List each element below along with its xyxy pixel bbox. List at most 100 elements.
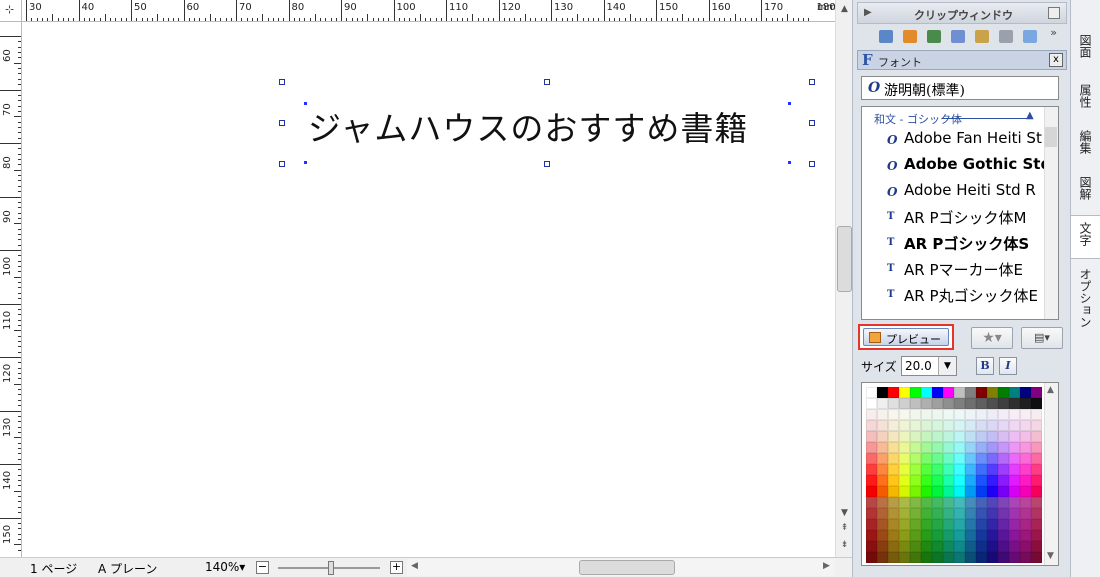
color-swatch[interactable] xyxy=(899,530,910,541)
scroll-right-icon[interactable]: ▶ xyxy=(823,561,830,571)
color-swatch[interactable] xyxy=(888,453,899,464)
resize-handle-top[interactable] xyxy=(544,79,550,85)
color-swatch[interactable] xyxy=(877,464,888,475)
color-swatch[interactable] xyxy=(932,552,943,563)
resize-handle-bottom-right[interactable] xyxy=(809,161,815,167)
color-swatch[interactable] xyxy=(910,387,921,398)
color-swatch[interactable] xyxy=(888,530,899,541)
color-swatch[interactable] xyxy=(866,453,877,464)
vertical-scroll-thumb[interactable] xyxy=(837,226,852,292)
page-indicator[interactable]: 1 ページ xyxy=(30,560,77,577)
color-swatch[interactable] xyxy=(954,442,965,453)
color-swatch[interactable] xyxy=(1031,519,1042,530)
color-swatch[interactable] xyxy=(921,508,932,519)
close-icon[interactable]: x xyxy=(1049,53,1063,67)
color-swatch[interactable] xyxy=(976,519,987,530)
color-swatch[interactable] xyxy=(943,464,954,475)
resize-handle-right[interactable] xyxy=(809,120,815,126)
color-swatch[interactable] xyxy=(1020,497,1031,508)
color-swatch[interactable] xyxy=(1031,497,1042,508)
side-tab[interactable]: 図解 xyxy=(1071,170,1100,214)
color-swatch[interactable] xyxy=(921,387,932,398)
color-swatch[interactable] xyxy=(899,519,910,530)
color-swatch[interactable] xyxy=(932,442,943,453)
color-swatch[interactable] xyxy=(954,519,965,530)
color-swatch[interactable] xyxy=(987,519,998,530)
scroll-left-icon[interactable]: ◀ xyxy=(411,561,418,571)
color-swatch[interactable] xyxy=(943,387,954,398)
color-swatch[interactable] xyxy=(1020,431,1031,442)
color-swatch[interactable] xyxy=(976,486,987,497)
color-swatch[interactable] xyxy=(1031,541,1042,552)
page-down-icon[interactable]: ⇟ xyxy=(838,539,851,552)
size-combobox[interactable]: 20.0 ▼ xyxy=(901,356,957,376)
color-swatch[interactable] xyxy=(921,486,932,497)
color-swatch[interactable] xyxy=(899,475,910,486)
resize-handle-bottom[interactable] xyxy=(544,161,550,167)
font-list-scroll-thumb[interactable] xyxy=(1045,127,1057,147)
color-swatch[interactable] xyxy=(954,453,965,464)
color-swatch[interactable] xyxy=(921,453,932,464)
color-swatch[interactable] xyxy=(1020,486,1031,497)
color-swatch[interactable] xyxy=(877,519,888,530)
color-swatch[interactable] xyxy=(932,453,943,464)
color-swatch[interactable] xyxy=(932,519,943,530)
color-swatch[interactable] xyxy=(954,497,965,508)
page-up-icon[interactable]: ⇞ xyxy=(838,522,851,535)
color-swatch[interactable] xyxy=(1031,453,1042,464)
current-font-field[interactable]: O 游明朝(標準) xyxy=(861,76,1059,100)
color-swatch[interactable] xyxy=(866,464,877,475)
color-swatch[interactable] xyxy=(943,398,954,409)
color-swatch[interactable] xyxy=(910,464,921,475)
color-swatch[interactable] xyxy=(888,431,899,442)
color-swatch[interactable] xyxy=(899,420,910,431)
color-swatch[interactable] xyxy=(899,431,910,442)
color-swatch[interactable] xyxy=(976,497,987,508)
color-swatch[interactable] xyxy=(943,552,954,563)
font-group-label[interactable]: 和文 - ゴシック体 xyxy=(874,111,962,127)
list-dropdown-button[interactable]: ▤▾ xyxy=(1021,327,1063,349)
color-swatch[interactable] xyxy=(1020,508,1031,519)
color-swatch[interactable] xyxy=(888,442,899,453)
grid-icon[interactable] xyxy=(903,30,917,43)
zoom-in-button[interactable]: + xyxy=(390,561,403,574)
color-swatch[interactable] xyxy=(877,387,888,398)
zoom-slider-thumb[interactable] xyxy=(328,561,334,575)
color-swatch[interactable] xyxy=(965,508,976,519)
color-swatch[interactable] xyxy=(954,530,965,541)
size-value[interactable]: 20.0 xyxy=(905,359,932,373)
color-swatch[interactable] xyxy=(899,409,910,420)
color-swatch[interactable] xyxy=(1009,409,1020,420)
color-swatch[interactable] xyxy=(1020,464,1031,475)
color-swatch[interactable] xyxy=(866,431,877,442)
color-swatch[interactable] xyxy=(987,442,998,453)
color-swatch[interactable] xyxy=(877,552,888,563)
color-swatch[interactable] xyxy=(1031,420,1042,431)
select-icon[interactable] xyxy=(951,30,965,43)
color-swatch[interactable] xyxy=(965,486,976,497)
color-swatch[interactable] xyxy=(987,475,998,486)
color-swatch[interactable] xyxy=(910,431,921,442)
color-swatch[interactable] xyxy=(866,519,877,530)
color-swatch[interactable] xyxy=(877,486,888,497)
panel-menu-icon[interactable] xyxy=(1048,7,1060,19)
side-tab[interactable]: 図面 xyxy=(1071,28,1100,72)
color-swatch[interactable] xyxy=(877,453,888,464)
color-swatch[interactable] xyxy=(932,508,943,519)
color-swatch[interactable] xyxy=(1020,387,1031,398)
color-swatch[interactable] xyxy=(976,541,987,552)
color-swatch[interactable] xyxy=(877,409,888,420)
color-swatch[interactable] xyxy=(954,409,965,420)
color-swatch[interactable] xyxy=(987,508,998,519)
color-swatch[interactable] xyxy=(866,508,877,519)
resize-handle-top-left[interactable] xyxy=(279,79,285,85)
color-swatch[interactable] xyxy=(976,409,987,420)
color-swatch[interactable] xyxy=(976,508,987,519)
color-swatch[interactable] xyxy=(943,475,954,486)
font-list-scrollbar[interactable] xyxy=(1044,107,1058,319)
color-swatch[interactable] xyxy=(1031,552,1042,563)
color-swatch[interactable] xyxy=(965,464,976,475)
color-swatch[interactable] xyxy=(998,387,1009,398)
color-swatch[interactable] xyxy=(987,387,998,398)
color-swatch[interactable] xyxy=(943,420,954,431)
